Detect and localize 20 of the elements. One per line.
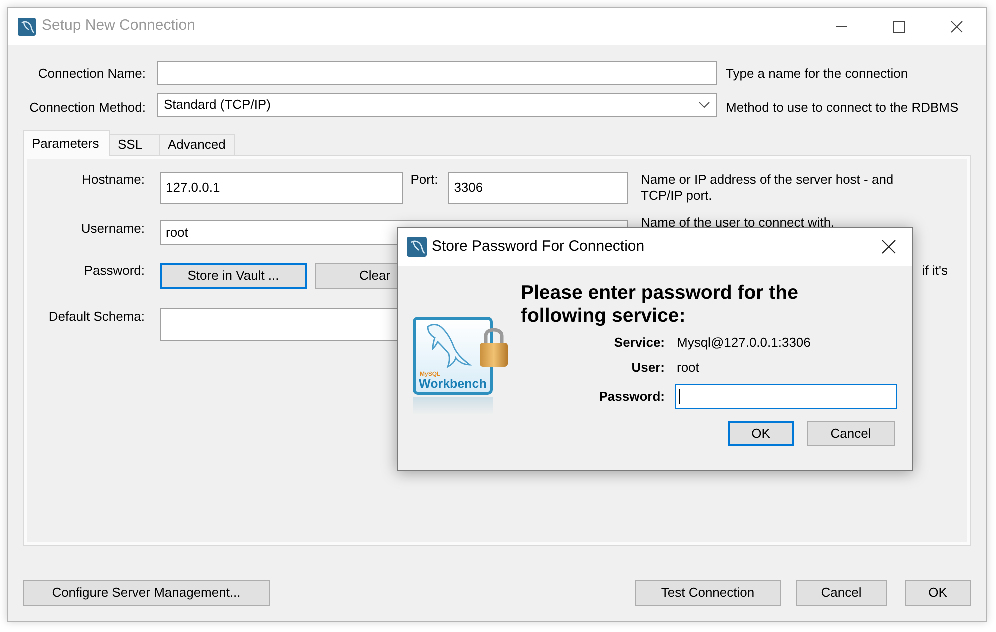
connection-name-hint: Type a name for the connection	[726, 65, 908, 83]
hostname-hint: Name or IP address of the server host - and TCP/IP port.	[641, 172, 895, 204]
window-title: Setup New Connection	[42, 16, 196, 36]
logo-product-text: Workbench	[419, 377, 487, 391]
default-schema-label: Default Schema:	[48, 308, 145, 324]
dialog-heading: Please enter password for the following service:	[521, 282, 800, 328]
password-label: Password:	[83, 262, 145, 278]
password-label: Password:	[598, 388, 665, 406]
port-label: Port:	[410, 172, 438, 188]
password-hint: if it's	[921, 262, 948, 278]
detail-label: User:	[630, 358, 665, 377]
connection-name-label: Connection Name:	[37, 65, 146, 83]
hostname-label: Hostname:	[81, 172, 145, 188]
detail-label: Service:	[613, 334, 665, 352]
detail-value: root	[677, 358, 700, 377]
username-label: Username:	[80, 220, 145, 236]
username-hint: Name of the user to connect with.	[641, 214, 836, 230]
connection-method-hint: Method to use to connect to the RDBMS	[726, 99, 959, 117]
connection-method-label: Connection Method:	[28, 99, 146, 117]
detail-value: Mysql@127.0.0.1:3306	[677, 334, 811, 352]
